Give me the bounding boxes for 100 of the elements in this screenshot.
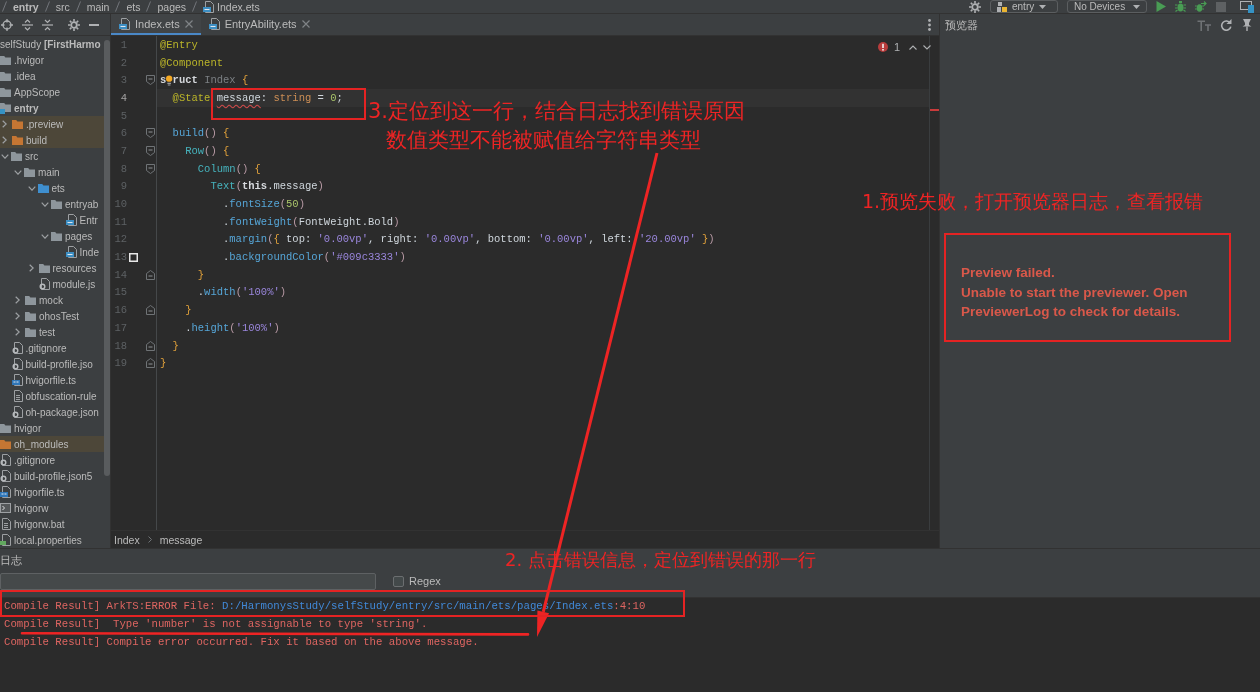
tree-item[interactable]: entryab: [0, 196, 104, 212]
chevron-right-icon[interactable]: [15, 296, 20, 304]
checkbox[interactable]: [393, 576, 404, 587]
chevron-right-icon: [147, 536, 152, 543]
close-icon[interactable]: [184, 19, 193, 28]
tree-item[interactable]: .gitignore: [0, 452, 104, 468]
module-selector[interactable]: entry: [990, 0, 1058, 13]
tree-item[interactable]: hvigorfile.ts: [0, 484, 104, 500]
tree-item[interactable]: .gitignore: [0, 340, 104, 356]
fold-marker-icon[interactable]: [146, 340, 155, 351]
breadcrumb-item[interactable]: message: [159, 533, 203, 546]
tree-item[interactable]: .idea: [0, 68, 104, 84]
device-selector[interactable]: No Devices: [1067, 0, 1147, 13]
tree-item[interactable]: hvigorw: [0, 500, 104, 516]
fold-marker-icon[interactable]: [146, 358, 155, 369]
breadcrumb-item[interactable]: pages: [157, 0, 187, 13]
gear-file-icon: [11, 342, 23, 354]
chevron-down-icon[interactable]: [27, 185, 36, 191]
minus-icon[interactable]: [89, 23, 99, 26]
terminal-icon: [0, 503, 11, 513]
breadcrumb-item[interactable]: ets: [126, 0, 141, 13]
tree-item[interactable]: oh-package.json: [0, 404, 104, 420]
tree-item[interactable]: build: [0, 132, 104, 148]
fold-marker-icon[interactable]: [146, 145, 155, 156]
chevron-up-icon[interactable]: [909, 44, 917, 50]
breadcrumb-item[interactable]: Index.ets: [203, 0, 260, 13]
tree-item[interactable]: build-profile.json5: [0, 468, 104, 484]
collapse-icon[interactable]: [42, 18, 53, 31]
expand-icon[interactable]: [22, 18, 33, 31]
tree-item[interactable]: selfStudy [FirstHarmo: [0, 36, 104, 52]
tree-item[interactable]: hvigorw.bat: [0, 516, 104, 532]
tree-item[interactable]: main: [0, 164, 104, 180]
code-line: }: [196, 268, 205, 281]
chevron-right-icon[interactable]: [15, 312, 20, 320]
fold-marker-icon[interactable]: [146, 128, 155, 139]
breadcrumb-item[interactable]: entry: [13, 0, 39, 13]
tree-item[interactable]: .preview: [0, 116, 104, 132]
tree-item[interactable]: entry: [0, 100, 104, 116]
tree-item[interactable]: obfuscation-rule: [0, 388, 104, 404]
checkbox-label[interactable]: Regex: [409, 575, 441, 588]
tree-item[interactable]: Entr: [0, 212, 104, 228]
device-icon[interactable]: [1240, 0, 1254, 13]
chevron-down-icon[interactable]: [14, 169, 22, 175]
text-file-icon: [0, 518, 11, 530]
breadcrumb-item[interactable]: src: [55, 0, 70, 13]
bug-icon[interactable]: [1175, 1, 1186, 12]
chevron-right-icon[interactable]: [15, 328, 20, 336]
gear-file-icon: [0, 454, 11, 466]
tree-item[interactable]: AppScope: [0, 84, 104, 100]
pin-icon[interactable]: [1241, 19, 1253, 31]
tree-item[interactable]: pages: [0, 228, 104, 244]
tree-item[interactable]: oh_modules: [0, 436, 104, 452]
tree-item[interactable]: test: [0, 324, 104, 340]
fold-marker-icon[interactable]: [146, 269, 155, 280]
tree-item[interactable]: Inde: [0, 244, 104, 260]
refresh-icon[interactable]: [1220, 19, 1232, 31]
editor-tab[interactable]: EntryAbility.ets: [200, 14, 318, 35]
fold-marker-icon[interactable]: [146, 75, 155, 86]
breadcrumb-item[interactable]: Index: [114, 533, 140, 546]
text-size-icon[interactable]: [1197, 19, 1211, 31]
folder-icon: [11, 151, 22, 161]
tree-item[interactable]: hvigor: [0, 420, 104, 436]
fold-marker-icon[interactable]: [146, 305, 155, 316]
tree-item[interactable]: local.properties: [0, 532, 104, 548]
tree-item[interactable]: mock: [0, 292, 104, 308]
code-line: .fontSize(50): [222, 198, 305, 211]
more-icon[interactable]: [928, 18, 931, 31]
tree-item[interactable]: module.js: [0, 276, 104, 292]
crosshair-icon[interactable]: [1, 18, 13, 31]
scrollbar-thumb[interactable]: [104, 40, 110, 476]
tree-item[interactable]: ets: [0, 180, 104, 196]
code-line: Text(this.message): [209, 180, 324, 193]
code-line: }: [160, 357, 167, 370]
tree-item[interactable]: build-profile.jso: [0, 356, 104, 372]
chevron-right-icon[interactable]: [2, 136, 7, 144]
separator-icon: [75, 1, 81, 12]
tree-item[interactable]: .hvigor: [0, 52, 104, 68]
chevron-down-icon[interactable]: [41, 233, 49, 239]
error-icon[interactable]: [877, 42, 888, 52]
tree-item[interactable]: hvigorfile.ts: [0, 372, 104, 388]
tree-item[interactable]: resources: [0, 260, 104, 276]
fold-marker-icon[interactable]: [146, 163, 155, 174]
chevron-right-icon[interactable]: [2, 120, 7, 128]
gear-icon[interactable]: [68, 18, 80, 31]
chevron-down-icon[interactable]: [923, 44, 931, 50]
folder-icon: [12, 119, 23, 129]
chevron-right-icon[interactable]: [28, 264, 34, 272]
play-icon[interactable]: [1156, 1, 1166, 12]
chevron-down-icon[interactable]: [41, 201, 49, 207]
editor-tab[interactable]: Index.ets: [111, 14, 201, 35]
bulb-icon[interactable]: [166, 74, 173, 86]
search-field[interactable]: [0, 573, 376, 590]
chevron-down-icon[interactable]: [1, 153, 9, 159]
bug-arrow-icon[interactable]: [1195, 1, 1207, 12]
tree-item[interactable]: src: [0, 148, 104, 164]
tree-item[interactable]: ohosTest: [0, 308, 104, 324]
breadcrumb-item[interactable]: main: [86, 0, 110, 13]
gear-icon[interactable]: [969, 0, 981, 13]
close-icon[interactable]: [301, 19, 310, 28]
gear-file-icon: [11, 358, 23, 370]
